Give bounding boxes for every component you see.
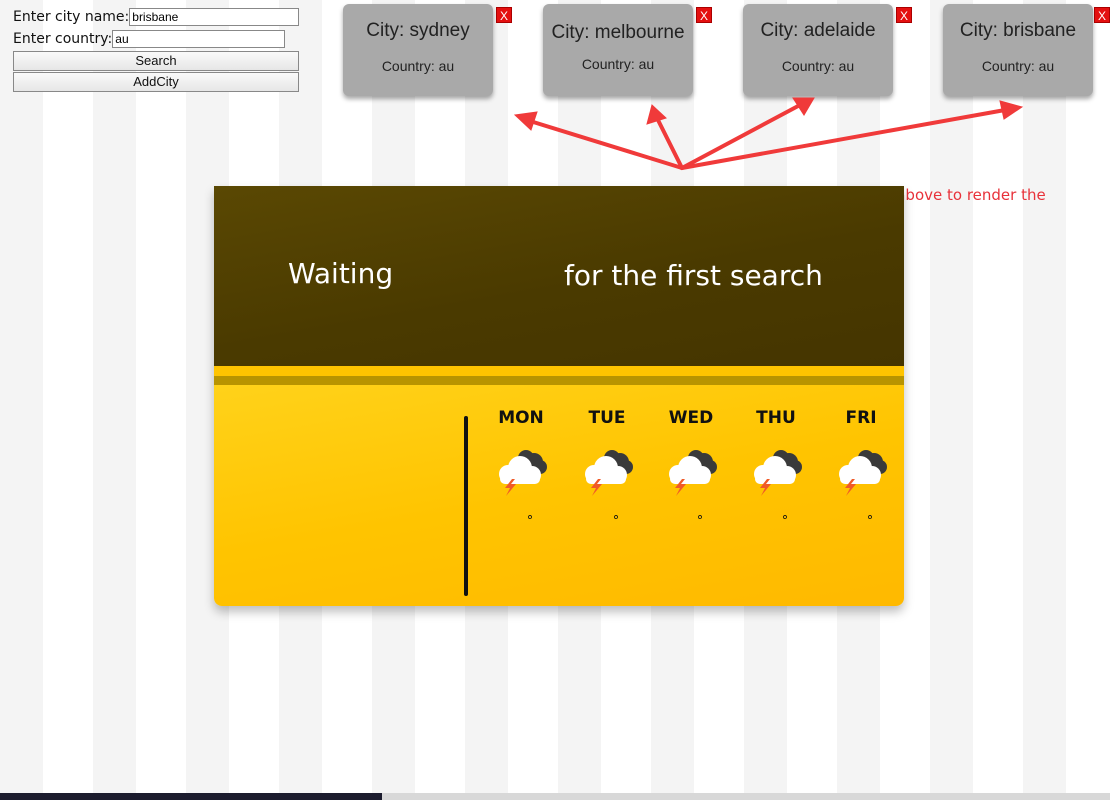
thunderstorm-icon	[741, 446, 811, 496]
arrow-head-brisbane	[999, 100, 1024, 120]
forecast-day-mon: MON °	[486, 408, 556, 529]
day-temp: °	[526, 514, 534, 529]
weather-band	[214, 366, 904, 376]
arrow-line-sydney	[528, 119, 684, 170]
thunderstorm-icon	[656, 446, 726, 496]
forecast-divider	[464, 416, 468, 596]
weather-title: Waiting	[288, 257, 394, 290]
day-temp: °	[612, 514, 620, 529]
day-name: MON	[498, 408, 544, 428]
thunderstorm-icon	[486, 446, 556, 496]
weather-band-dark	[214, 376, 904, 385]
day-temp: °	[696, 514, 704, 529]
forecast-day-wed: WED °	[656, 408, 726, 529]
day-name: WED	[668, 408, 714, 428]
day-temp: °	[781, 514, 789, 529]
weather-subtitle: for the first search	[564, 259, 823, 292]
thunderstorm-icon	[572, 446, 642, 496]
thunderstorm-icon	[826, 446, 896, 496]
arrow-line-brisbane	[680, 108, 1007, 170]
weather-header: Waiting for the first search	[214, 186, 904, 366]
taskbar-left	[0, 793, 382, 800]
forecast-day-tue: TUE °	[572, 408, 642, 529]
weather-widget: Waiting for the first search MON ° TUE °…	[214, 186, 904, 606]
taskbar-right	[382, 793, 1110, 800]
forecast-day-fri: FRI °	[826, 408, 896, 529]
day-name: TUE	[588, 408, 626, 428]
arrow-head-sydney	[513, 111, 538, 131]
forecast-day-thu: THU °	[741, 408, 811, 529]
day-name: FRI	[845, 408, 877, 428]
day-temp: °	[866, 514, 874, 529]
day-name: THU	[756, 408, 796, 428]
arrow-head-melbourne	[646, 104, 667, 125]
